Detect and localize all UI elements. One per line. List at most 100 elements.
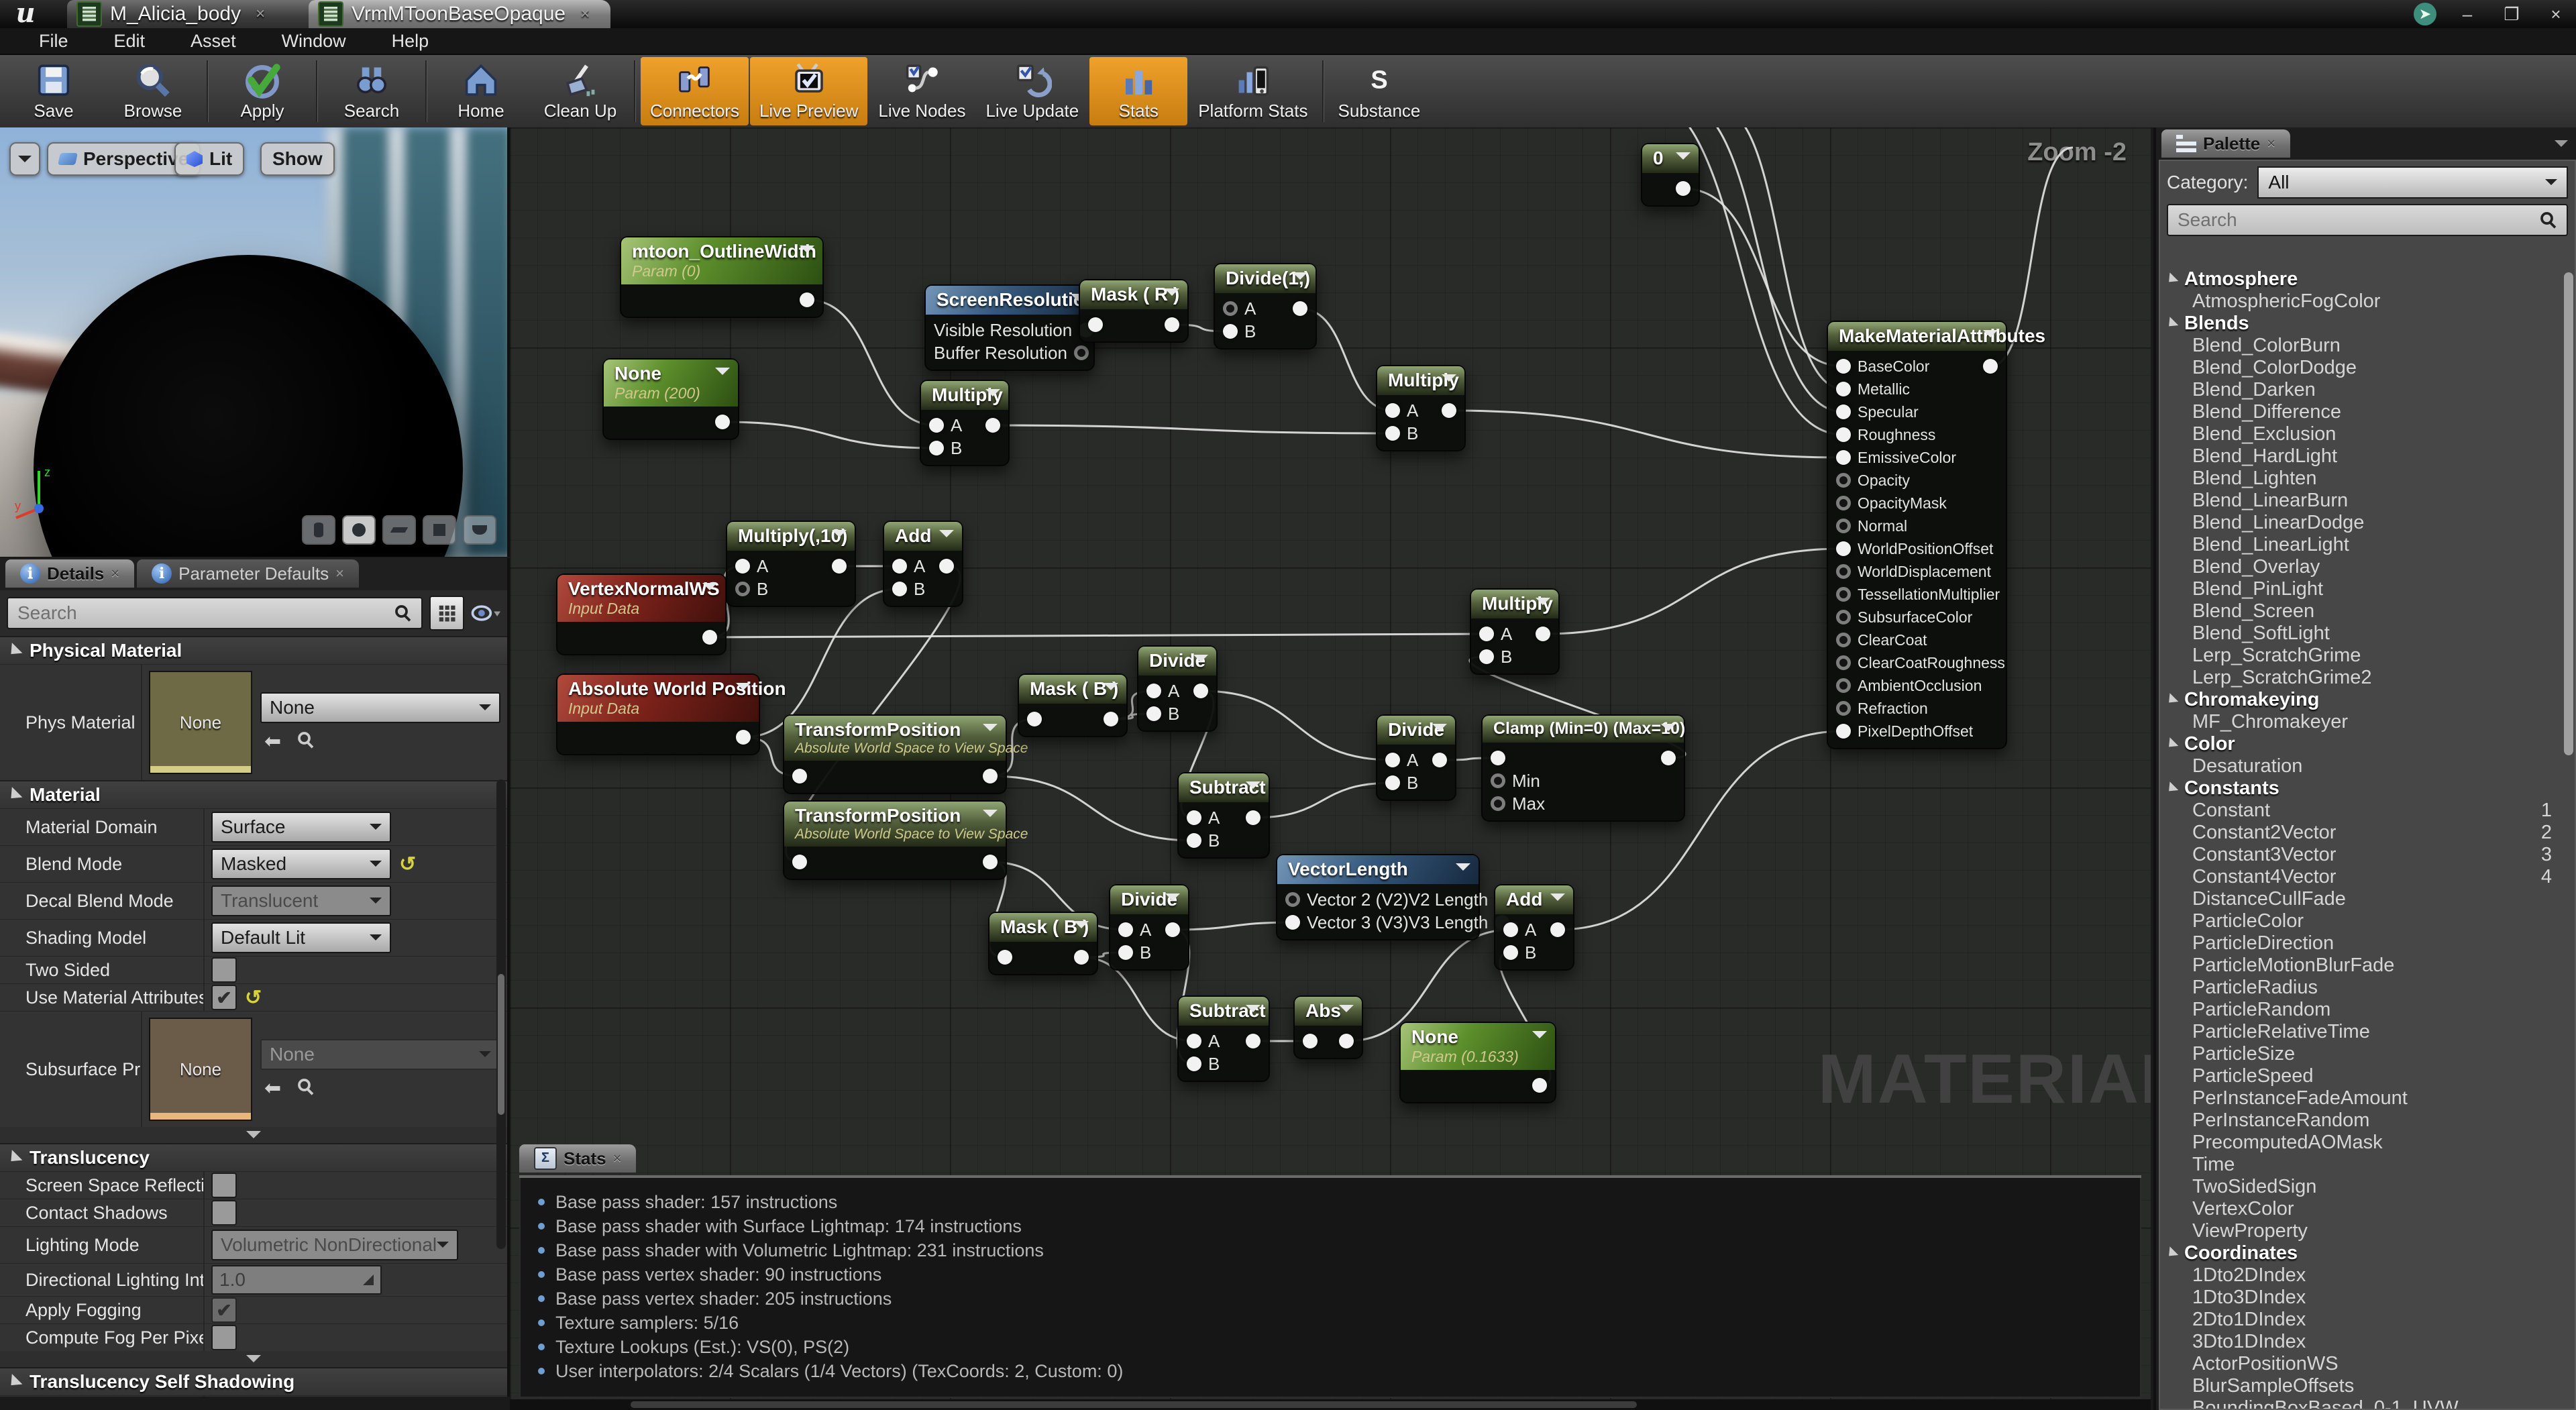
input-pin[interactable] — [1146, 706, 1161, 721]
output-pin[interactable] — [1074, 950, 1089, 965]
graph-node-tp2[interactable]: TransformPositionAbsolute World Space to… — [783, 800, 1007, 880]
palette-item-blursampleoffsets[interactable]: BlurSampleOffsets — [2160, 1375, 2575, 1397]
graph-node-addTop[interactable]: AddAB — [883, 521, 963, 607]
input-pin[interactable] — [1285, 915, 1300, 930]
node-header[interactable]: ScreenResolution — [926, 286, 1093, 315]
palette-section-chromakeying[interactable]: Chromakeying — [2160, 689, 2575, 711]
input-pin[interactable] — [1118, 922, 1133, 937]
input-pin[interactable] — [1836, 564, 1851, 579]
minimize-button[interactable]: – — [2454, 3, 2481, 25]
browse-to-asset-icon[interactable] — [296, 1077, 316, 1097]
palette-item-1dto3dindex[interactable]: 1Dto3DIndex — [2160, 1287, 2575, 1309]
palette-item-actorpositionws[interactable]: ActorPositionWS — [2160, 1353, 2575, 1375]
view-options-eye-icon[interactable] — [471, 603, 500, 623]
input-pin[interactable] — [1223, 301, 1238, 316]
palette-item-blend_lineardodge[interactable]: Blend_LinearDodge — [2160, 512, 2575, 534]
cylinder-mesh-button[interactable] — [302, 515, 335, 545]
palette-item-blend_overlay[interactable]: Blend_Overlay — [2160, 556, 2575, 578]
input-pin[interactable] — [1836, 496, 1851, 510]
palette-item-twosidedsign[interactable]: TwoSidedSign — [2160, 1176, 2575, 1198]
node-header[interactable]: Absolute World PositionInput Data — [557, 675, 759, 722]
palette-section-constants[interactable]: Constants — [2160, 777, 2575, 800]
palette-item-blend_softlight[interactable]: Blend_SoftLight — [2160, 622, 2575, 645]
node-header[interactable]: Multiply — [921, 381, 1008, 410]
output-pin[interactable] — [1104, 712, 1118, 726]
palette-item-particlerelativetime[interactable]: ParticleRelativeTime — [2160, 1021, 2575, 1043]
palette-item-vertexcolor[interactable]: VertexColor — [2160, 1198, 2575, 1220]
asset-dropdown[interactable]: None — [260, 692, 500, 723]
input-pin[interactable] — [1491, 796, 1505, 811]
palette-item-constant[interactable]: Constant1 — [2160, 800, 2575, 822]
node-header[interactable]: MakeMaterialAttributes — [1828, 322, 2006, 351]
details-tab-parameter-defaults[interactable]: iParameter Defaults× — [137, 559, 359, 588]
show-menu-button[interactable]: Show — [260, 142, 335, 176]
input-pin[interactable] — [1187, 1056, 1201, 1071]
node-header[interactable]: Multiply — [1377, 366, 1464, 395]
input-pin[interactable] — [1491, 751, 1505, 765]
substance-button[interactable]: SSubstance — [1329, 57, 1430, 125]
graph-node-mul10[interactable]: Multiply(,10)AB — [726, 521, 856, 607]
output-pin[interactable] — [985, 418, 1000, 433]
output-pin[interactable] — [702, 630, 717, 645]
reset-to-default-icon[interactable]: ↺ — [245, 986, 262, 1010]
output-pin[interactable] — [715, 415, 730, 429]
input-pin[interactable] — [792, 769, 807, 783]
clean-up-button[interactable]: Clean Up — [531, 57, 629, 125]
palette-item-blend_lighten[interactable]: Blend_Lighten — [2160, 468, 2575, 490]
input-pin[interactable] — [1187, 810, 1201, 825]
plane-mesh-button[interactable] — [382, 515, 416, 545]
live-preview-button[interactable]: Live Preview — [750, 57, 867, 125]
input-pin[interactable] — [1479, 627, 1494, 641]
section-expander[interactable] — [0, 1127, 507, 1143]
graph-node-clamp[interactable]: Clamp (Min=0) (Max=10)MinMax — [1481, 714, 1685, 822]
node-header[interactable]: VectorLength — [1277, 855, 1479, 884]
section-header-material[interactable]: Material — [0, 780, 507, 808]
apply-fogging-checkbox[interactable]: ✔ — [211, 1297, 237, 1323]
graph-node-divMid[interactable]: DivideAB — [1137, 645, 1218, 732]
input-pin[interactable] — [1303, 1034, 1318, 1048]
asset-tab-m-alicia-body[interactable]: M_Alicia_body × — [67, 0, 322, 28]
node-header[interactable]: Clamp (Min=0) (Max=10) — [1483, 716, 1684, 743]
graph-node-divR[interactable]: DivideAB — [1376, 714, 1456, 801]
palette-section-color[interactable]: Color — [2160, 733, 2575, 755]
cube-mesh-button[interactable] — [423, 515, 456, 545]
palette-item-1dto2dindex[interactable]: 1Dto2DIndex — [2160, 1264, 2575, 1287]
input-pin[interactable] — [1836, 701, 1851, 716]
graph-node-vnws[interactable]: VertexNormalWSInput Data — [556, 574, 727, 655]
compute-fog-per-pixel-checkbox[interactable] — [211, 1325, 237, 1350]
node-header[interactable]: Add — [884, 522, 962, 551]
viewport-options-button[interactable] — [9, 142, 40, 176]
input-pin[interactable] — [1503, 922, 1518, 937]
input-pin[interactable] — [1187, 833, 1201, 848]
apply-button[interactable]: Apply — [213, 57, 311, 125]
output-pin[interactable] — [736, 730, 751, 745]
reset-to-default-icon[interactable]: ↺ — [399, 853, 416, 876]
output-pin[interactable] — [832, 559, 847, 574]
two-sided-checkbox[interactable] — [211, 957, 237, 983]
input-pin[interactable] — [1836, 519, 1851, 533]
node-header[interactable]: NoneParam (200) — [604, 360, 738, 406]
asset-thumbnail[interactable]: None — [149, 671, 252, 774]
close-icon[interactable]: × — [111, 565, 119, 582]
input-pin[interactable] — [735, 559, 750, 574]
graph-node-awp[interactable]: Absolute World PositionInput Data — [556, 673, 760, 755]
blend-mode-dropdown[interactable]: Masked — [211, 849, 391, 879]
use-selected-arrow-icon[interactable]: ⬅ — [264, 730, 281, 753]
palette-item-precomputedaomask[interactable]: PrecomputedAOMask — [2160, 1132, 2575, 1154]
input-pin[interactable] — [1836, 450, 1851, 465]
details-tab-details[interactable]: iDetails× — [5, 559, 134, 588]
graph-node-n0[interactable]: 0 — [1641, 143, 1700, 207]
preview-viewport[interactable]: Perspective Lit Show z y — [0, 127, 510, 557]
node-header[interactable]: Multiply(,10) — [727, 522, 855, 551]
output-pin[interactable] — [1536, 627, 1550, 641]
details-search-input[interactable] — [16, 602, 393, 625]
graph-node-sub1[interactable]: SubtractAB — [1177, 772, 1270, 859]
palette-search-input[interactable] — [2176, 209, 2538, 231]
palette-item-particlemotionblurfade[interactable]: ParticleMotionBlurFade — [2160, 955, 2575, 977]
decal-blend-mode-dropdown[interactable]: Translucent — [211, 885, 391, 916]
node-header[interactable]: VertexNormalWSInput Data — [557, 575, 725, 622]
graph-node-mtoon[interactable]: mtoon_OutlineWidthParam (0) — [620, 236, 824, 318]
graph-node-maskR[interactable]: Mask ( R ) — [1079, 279, 1189, 343]
graph-horizontal-scrollbar[interactable] — [510, 1399, 2151, 1410]
node-header[interactable]: Abs — [1295, 997, 1362, 1026]
